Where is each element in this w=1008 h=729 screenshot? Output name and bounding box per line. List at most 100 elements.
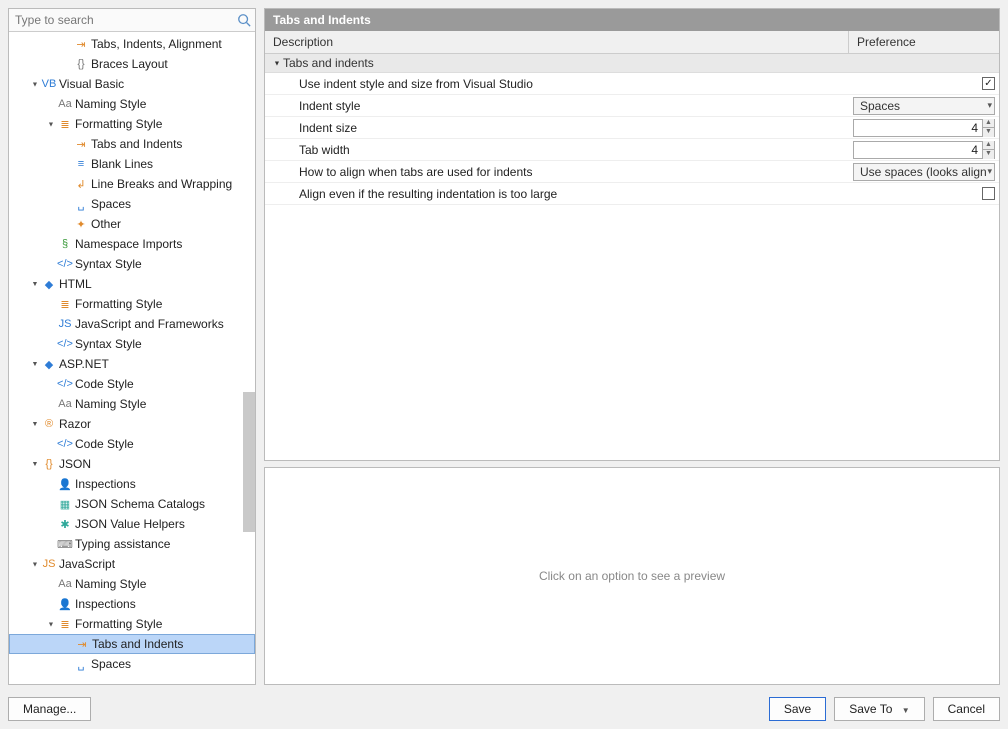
tree-item[interactable]: </>Code Style [9, 434, 255, 454]
tree-toggle-icon[interactable] [29, 459, 41, 470]
tree-toggle-icon[interactable] [29, 359, 41, 370]
tree-item[interactable]: ⇥Tabs, Indents, Alignment [9, 34, 255, 54]
tree-item[interactable]: AaNaming Style [9, 574, 255, 594]
combo-indent-style[interactable]: Spaces ▾ [853, 97, 995, 115]
col-preference[interactable]: Preference [849, 31, 999, 53]
tree-item[interactable]: ≣Formatting Style [9, 294, 255, 314]
tree-toggle-icon[interactable] [29, 279, 41, 290]
tree-item[interactable]: ␣Spaces [9, 654, 255, 674]
section-toggle-icon[interactable] [271, 58, 283, 69]
search-input[interactable] [9, 9, 233, 31]
tree-item[interactable]: </>Code Style [9, 374, 255, 394]
tree-item-label: Tabs and Indents [92, 637, 183, 651]
tree-item[interactable]: ≣Formatting Style [9, 114, 255, 134]
tree-item[interactable]: ≡Blank Lines [9, 154, 255, 174]
tree-item[interactable]: JSJavaScript and Frameworks [9, 314, 255, 334]
tree-item[interactable]: </>Syntax Style [9, 334, 255, 354]
checkbox-align-large[interactable] [982, 187, 995, 200]
tree-item[interactable]: JSJavaScript [9, 554, 255, 574]
tree-item[interactable]: ⌨Typing assistance [9, 534, 255, 554]
other-icon: ✦ [73, 216, 89, 232]
tree-item[interactable]: ↲Line Breaks and Wrapping [9, 174, 255, 194]
tree-item[interactable]: §Namespace Imports [9, 234, 255, 254]
save-button[interactable]: Save [769, 697, 826, 721]
tree-item-label: Braces Layout [91, 57, 168, 71]
row-desc: Indent style [265, 99, 849, 113]
tree-item-label: Razor [59, 417, 91, 431]
tree-item-label: Typing assistance [75, 537, 170, 551]
code-icon: </> [57, 376, 73, 392]
tree-item[interactable]: {}JSON [9, 454, 255, 474]
naming-icon: Aa [57, 96, 73, 112]
row-desc: Tab width [265, 143, 849, 157]
tree-item[interactable]: AaNaming Style [9, 94, 255, 114]
tree-toggle-icon[interactable] [29, 79, 41, 90]
tree-item[interactable]: ⇥Tabs and Indents [9, 134, 255, 154]
row-align-tabs[interactable]: How to align when tabs are used for inde… [265, 161, 999, 183]
tree-item-label: JSON [59, 457, 91, 471]
tree-item[interactable]: ✱JSON Value Helpers [9, 514, 255, 534]
razor-icon: ® [41, 416, 57, 432]
col-description[interactable]: Description [265, 31, 849, 53]
tree-item[interactable]: ◆ASP.NET [9, 354, 255, 374]
tree-item[interactable]: ▦JSON Schema Catalogs [9, 494, 255, 514]
spin-down-icon[interactable]: ▼ [982, 128, 994, 137]
spin-down-icon[interactable]: ▼ [982, 150, 994, 159]
section-label: Tabs and indents [283, 56, 374, 70]
preview-hint: Click on an option to see a preview [539, 569, 725, 583]
tree-toggle-icon[interactable] [45, 119, 57, 130]
js-icon: JS [57, 316, 73, 332]
helpers-icon: ✱ [57, 516, 73, 532]
indent-icon: ⇥ [73, 36, 89, 52]
tree-item[interactable]: ⇥Tabs and Indents [9, 634, 255, 654]
search-icon[interactable] [233, 13, 255, 27]
row-use-vs[interactable]: Use indent style and size from Visual St… [265, 73, 999, 95]
tree-item[interactable]: ≣Formatting Style [9, 614, 255, 634]
insp-icon: 👤 [57, 476, 73, 492]
row-tab-width[interactable]: Tab width 4 ▲▼ [265, 139, 999, 161]
row-indent-style[interactable]: Indent style Spaces ▾ [265, 95, 999, 117]
ns-icon: § [57, 236, 73, 252]
typing-icon: ⌨ [57, 536, 73, 552]
sidebar: ⇥Tabs, Indents, Alignment{}Braces Layout… [8, 8, 256, 685]
tree-item[interactable]: 👤Inspections [9, 474, 255, 494]
tree-toggle-icon[interactable] [45, 619, 57, 630]
spin-up-icon[interactable]: ▲ [982, 141, 994, 150]
scrollbar-thumb[interactable] [243, 392, 255, 532]
row-desc: Use indent style and size from Visual St… [265, 77, 849, 91]
tree-item[interactable]: 👤Inspections [9, 594, 255, 614]
save-to-button[interactable]: Save To ▼ [834, 697, 924, 721]
chevron-down-icon: ▼ [902, 706, 910, 715]
tree-item[interactable]: ✦Other [9, 214, 255, 234]
tree-item[interactable]: ␣Spaces [9, 194, 255, 214]
chevron-down-icon: ▾ [987, 100, 992, 111]
spinner-indent-size[interactable]: 4 ▲▼ [853, 119, 995, 137]
tree-item[interactable]: {}Braces Layout [9, 54, 255, 74]
tree-item[interactable]: AaNaming Style [9, 394, 255, 414]
cancel-button[interactable]: Cancel [933, 697, 1000, 721]
checkbox-use-vs[interactable] [982, 77, 995, 90]
row-indent-size[interactable]: Indent size 4 ▲▼ [265, 117, 999, 139]
combo-align-tabs[interactable]: Use spaces (looks aligned ▾ [853, 163, 995, 181]
options-panel: Tabs and Indents Description Preference … [264, 8, 1000, 461]
json-icon: {} [41, 456, 57, 472]
naming-icon: Aa [57, 576, 73, 592]
spin-up-icon[interactable]: ▲ [982, 119, 994, 128]
row-desc: Align even if the resulting indentation … [265, 187, 849, 201]
manage-button[interactable]: Manage... [8, 697, 91, 721]
tree-item[interactable]: ®Razor [9, 414, 255, 434]
tree-item[interactable]: </>Syntax Style [9, 254, 255, 274]
tree-toggle-icon[interactable] [29, 559, 41, 570]
tree-toggle-icon[interactable] [29, 419, 41, 430]
tree-item-label: Formatting Style [75, 297, 162, 311]
tree-item[interactable]: ◆HTML [9, 274, 255, 294]
tree-item[interactable]: VBVisual Basic [9, 74, 255, 94]
spinner-tab-width[interactable]: 4 ▲▼ [853, 141, 995, 159]
tree-scroll[interactable]: ⇥Tabs, Indents, Alignment{}Braces Layout… [9, 32, 255, 684]
html-icon: ◆ [41, 276, 57, 292]
row-align-large[interactable]: Align even if the resulting indentation … [265, 183, 999, 205]
syntax-icon: </> [57, 336, 73, 352]
panel-title: Tabs and Indents [265, 9, 999, 31]
spaces-icon: ␣ [73, 196, 89, 212]
section-tabs-indents[interactable]: Tabs and indents [265, 54, 999, 73]
